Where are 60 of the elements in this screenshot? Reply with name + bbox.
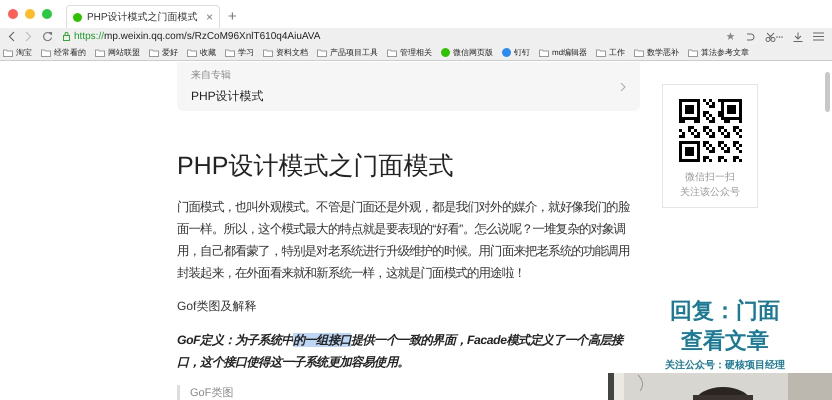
bookmark-item[interactable]: 淘宝	[3, 47, 32, 58]
album-card[interactable]: 来自专辑 PHP设计模式	[177, 62, 640, 111]
folder-icon	[187, 48, 197, 56]
undo-icon[interactable]	[745, 32, 755, 42]
app-icon	[502, 48, 511, 57]
bookmark-item[interactable]: 资料文档	[263, 47, 308, 58]
download-icon[interactable]	[793, 32, 803, 42]
folder-icon	[596, 48, 606, 56]
folder-icon	[539, 48, 549, 56]
article-title: PHP设计模式之门面模式	[177, 151, 454, 182]
bookmark-item[interactable]: 经常看的	[41, 47, 86, 58]
section-heading: Gof类图及解释	[177, 298, 258, 315]
folder-icon	[263, 48, 273, 56]
intro-paragraph: 门面模式，也叫外观模式。不管是门面还是外观，都是我们对外的媒介，就好像我们的脸面一样。所以，这个模式最大的特点就是要表现的“好看”。怎么说呢？一堆复杂的对象调用，自己都看蒙了，特别是对老系统进行升级维护的时候。用门面来把老系统的功能调用封装起来，在外面看来就和新系统一样，这就是门面模式的用途啦！	[177, 199, 631, 282]
bookmark-item[interactable]: 学习	[225, 47, 254, 58]
scissors-icon[interactable]	[765, 32, 783, 42]
qr-code	[678, 99, 742, 162]
zoom-window-button[interactable]	[42, 9, 52, 19]
bookmark-item[interactable]: 产品项目工具	[317, 47, 378, 58]
folder-icon	[387, 48, 397, 56]
app-icon	[73, 12, 82, 22]
browser-tab[interactable]: PHP设计模式之门面模式 ×	[66, 5, 220, 28]
folder-icon	[95, 48, 105, 56]
back-icon[interactable]	[8, 31, 15, 42]
bookmark-item[interactable]: md编辑器	[539, 47, 588, 58]
bookmark-item[interactable]: 收藏	[187, 47, 216, 58]
chevron-right-icon	[620, 82, 626, 92]
menu-icon[interactable]	[813, 32, 824, 41]
folder-icon	[225, 48, 235, 56]
star-icon[interactable]	[726, 32, 735, 41]
bookmark-item[interactable]: 网站联盟	[95, 47, 140, 58]
bookmark-item[interactable]: 工作	[596, 47, 626, 58]
overlay-caption: 查看文章	[681, 327, 769, 355]
folder-icon	[149, 48, 159, 56]
folder-icon	[317, 48, 327, 56]
qr-caption: 微信扫一扫 关注该公众号	[680, 170, 740, 200]
folder-icon	[3, 48, 13, 56]
url-text: https://mp.weixin.qq.com/s/RzCoM96XnlT610q4AiuAVA	[74, 31, 320, 42]
new-tab-button[interactable]: +	[228, 8, 237, 24]
folder-icon	[41, 48, 51, 56]
bookmark-item[interactable]: 算法参考文章	[688, 47, 750, 58]
close-window-button[interactable]	[8, 9, 18, 19]
tab-title: PHP设计模式之门面模式	[87, 10, 199, 24]
bookmark-item[interactable]: 微信网页版	[441, 47, 493, 58]
album-caption: 来自专辑	[191, 68, 232, 82]
overlay-caption: 回复：门面	[670, 297, 780, 325]
scrollbar-thumb[interactable]	[825, 72, 830, 112]
bookmark-item[interactable]: 数学恶补	[634, 47, 680, 58]
folder-icon	[688, 48, 698, 56]
bookmark-item[interactable]: 管理相关	[387, 47, 432, 58]
overlay-note: 关注公众号：硬核项目经理	[665, 358, 785, 372]
definition-paragraph: GoF定义：为子系统中的一组接口提供一个一致的界面，Facade模式定义了一个高层接口，这个接口使得这一子系统更加容易使用。	[177, 332, 626, 371]
reload-icon[interactable]	[42, 31, 53, 42]
app-icon	[441, 48, 450, 57]
close-tab-button[interactable]: ×	[206, 10, 213, 24]
album-name: PHP设计模式	[191, 88, 265, 105]
bookmark-item[interactable]: 爱好	[149, 47, 178, 58]
bookmark-item[interactable]: 钉钉	[502, 47, 530, 58]
folder-icon	[634, 48, 644, 56]
lock-icon	[63, 32, 70, 41]
